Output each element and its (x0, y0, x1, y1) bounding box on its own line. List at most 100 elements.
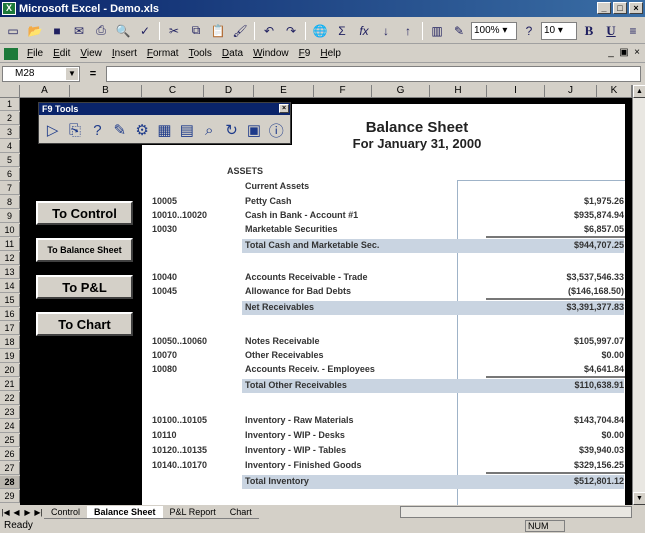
doc-minimize-button[interactable]: _ (605, 47, 617, 58)
f9-report-icon[interactable]: ▣ (244, 119, 263, 141)
row-header[interactable]: 9 (0, 210, 20, 223)
row-header[interactable]: 23 (0, 406, 20, 419)
maximize-button[interactable]: □ (613, 2, 627, 14)
row-header[interactable]: 11 (0, 238, 20, 251)
print-preview-icon[interactable]: 🔍 (113, 21, 133, 41)
cut-icon[interactable]: ✂ (164, 21, 184, 41)
col-header-f[interactable]: F (314, 85, 372, 98)
row-header[interactable]: 1 (0, 98, 20, 111)
row-header[interactable]: 2 (0, 112, 20, 125)
name-box[interactable]: M28 ▼ (2, 66, 80, 82)
col-header-i[interactable]: I (487, 85, 545, 98)
next-sheet-icon[interactable]: ▶ (22, 508, 33, 517)
menu-tools[interactable]: Tools (184, 48, 217, 59)
first-sheet-icon[interactable]: |◀ (0, 508, 11, 517)
open-icon[interactable]: 📂 (25, 21, 45, 41)
menu-view[interactable]: View (75, 48, 107, 59)
tab-pl-report[interactable]: P&L Report (162, 506, 223, 519)
formula-input[interactable] (106, 66, 641, 82)
row-header-active[interactable]: 28 (0, 476, 20, 489)
f9-refresh-icon[interactable]: ↻ (222, 119, 241, 141)
minimize-button[interactable]: _ (597, 2, 611, 14)
last-sheet-icon[interactable]: ▶| (33, 508, 44, 517)
to-balance-sheet-button[interactable]: To Balance Sheet (36, 238, 133, 262)
tab-control[interactable]: Control (44, 506, 88, 519)
row-header[interactable]: 27 (0, 462, 20, 475)
function-icon[interactable]: fx (354, 21, 374, 41)
f9-help-icon[interactable]: ? (88, 119, 107, 141)
worksheet-grid[interactable]: A B C D E F G H I J K 1 2 3 4 5 6 7 8 9 … (0, 85, 632, 505)
f9-settings-icon[interactable]: ⚙ (132, 119, 151, 141)
vertical-scrollbar[interactable]: ▲ ▼ (632, 85, 645, 505)
prev-sheet-icon[interactable]: ◀ (11, 508, 22, 517)
doc-close-button[interactable]: × (631, 47, 643, 58)
f9-tools-toolbar[interactable]: F9 Tools × ▷ ⎘ ? ✎ ⚙ ▦ ▤ ⌕ ↻ ▣ ⓘ (38, 102, 291, 144)
col-header-e[interactable]: E (254, 85, 314, 98)
paste-icon[interactable]: 📋 (208, 21, 228, 41)
row-header[interactable]: 7 (0, 182, 20, 195)
row-header[interactable]: 29 (0, 490, 20, 503)
f9-edit-icon[interactable]: ✎ (110, 119, 129, 141)
drawing-icon[interactable]: ✎ (449, 21, 469, 41)
col-header-h[interactable]: H (430, 85, 487, 98)
col-header-c[interactable]: C (142, 85, 204, 98)
f9-wizard-icon[interactable]: ⎘ (65, 119, 84, 141)
horizontal-scrollbar[interactable] (400, 506, 632, 518)
row-header[interactable]: 15 (0, 294, 20, 307)
menu-data[interactable]: Data (217, 48, 248, 59)
row-header[interactable]: 10 (0, 224, 20, 237)
row-header[interactable]: 8 (0, 196, 20, 209)
f9-grid-icon[interactable]: ▦ (155, 119, 174, 141)
excel-app-icon[interactable]: X (2, 2, 16, 15)
to-chart-button[interactable]: To Chart (36, 312, 133, 336)
workbook-icon[interactable] (4, 47, 18, 60)
underline-icon[interactable]: U (601, 21, 621, 41)
new-icon[interactable]: ▭ (3, 21, 23, 41)
print-icon[interactable]: ⎙ (91, 21, 111, 41)
doc-restore-button[interactable]: ▣ (618, 47, 630, 58)
col-header-g[interactable]: G (372, 85, 430, 98)
scroll-up-icon[interactable]: ▲ (633, 85, 645, 98)
row-header[interactable]: 5 (0, 154, 20, 167)
autosum-icon[interactable]: Σ (332, 21, 352, 41)
redo-icon[interactable]: ↷ (281, 21, 301, 41)
chart-wizard-icon[interactable]: ▥ (427, 21, 447, 41)
col-header-k[interactable]: K (597, 85, 632, 98)
f9-arrow-icon[interactable]: ▷ (43, 119, 62, 141)
row-header[interactable]: 14 (0, 280, 20, 293)
row-header[interactable]: 18 (0, 336, 20, 349)
row-header[interactable]: 21 (0, 378, 20, 391)
formula-equals[interactable]: = (83, 68, 103, 80)
menu-format[interactable]: Format (142, 48, 184, 59)
font-size-select[interactable]: 10 ▾ (541, 21, 577, 40)
sort-ascending-icon[interactable]: ↓ (376, 21, 396, 41)
align-icon[interactable]: ≡ (623, 21, 643, 41)
menu-window[interactable]: Window (248, 48, 294, 59)
col-header-b[interactable]: B (70, 85, 142, 98)
row-header[interactable]: 24 (0, 420, 20, 433)
menu-help[interactable]: Help (315, 48, 346, 59)
f9-tools-titlebar[interactable]: F9 Tools × (39, 103, 290, 115)
chevron-down-icon[interactable]: ▼ (66, 68, 78, 80)
menu-file[interactable]: File (22, 48, 48, 59)
to-pl-button[interactable]: To P&L (36, 275, 133, 299)
select-all-corner[interactable] (0, 85, 20, 98)
row-header[interactable]: 20 (0, 364, 20, 377)
undo-icon[interactable]: ↶ (259, 21, 279, 41)
row-header[interactable]: 25 (0, 434, 20, 447)
tab-balance-sheet[interactable]: Balance Sheet (87, 505, 163, 519)
email-icon[interactable]: ✉ (69, 21, 89, 41)
row-header[interactable]: 13 (0, 266, 20, 279)
col-header-j[interactable]: J (545, 85, 597, 98)
menu-insert[interactable]: Insert (107, 48, 142, 59)
to-control-button[interactable]: To Control (36, 201, 133, 225)
row-header[interactable]: 4 (0, 140, 20, 153)
row-header[interactable]: 17 (0, 322, 20, 335)
zoom-select[interactable]: 100% ▾ (471, 21, 517, 40)
row-header[interactable]: 12 (0, 252, 20, 265)
spelling-icon[interactable]: ✓ (135, 21, 155, 41)
col-header-a[interactable]: A (20, 85, 70, 98)
f9-search-icon[interactable]: ⌕ (200, 119, 219, 141)
row-header[interactable]: 6 (0, 168, 20, 181)
close-button[interactable]: × (629, 2, 643, 14)
